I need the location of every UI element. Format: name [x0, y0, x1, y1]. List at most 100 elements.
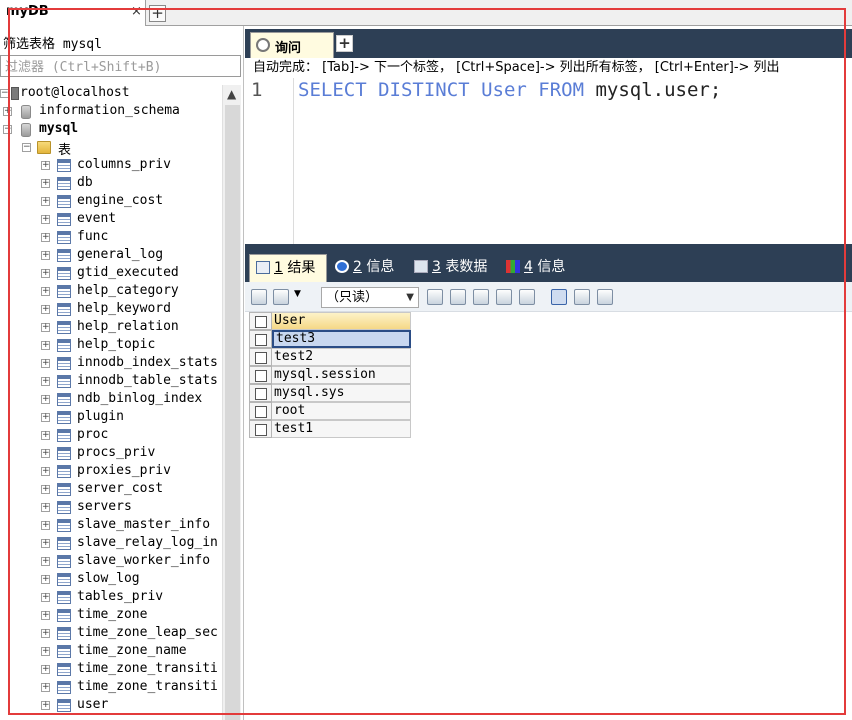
table-label: plugin — [77, 409, 124, 424]
table-row[interactable]: mysql.session — [249, 366, 411, 384]
table-row[interactable]: test2 — [249, 348, 411, 366]
expand-icon[interactable]: + — [3, 107, 12, 116]
expand-icon[interactable]: + — [41, 197, 50, 206]
expand-icon[interactable]: + — [41, 539, 50, 548]
table-label: server_cost — [77, 481, 164, 496]
table-row[interactable]: test1 — [249, 420, 411, 438]
expand-icon[interactable]: + — [41, 395, 50, 404]
table-cell[interactable]: root — [272, 402, 411, 420]
import-icon[interactable] — [273, 289, 289, 305]
table-label: slave_relay_log_in — [77, 535, 218, 550]
tab-table-data[interactable]: 3 表数据 — [408, 254, 498, 282]
tab-query[interactable]: 询问 — [250, 32, 334, 58]
tree-scrollbar[interactable]: ▲ — [222, 85, 241, 720]
expand-icon[interactable]: + — [41, 485, 50, 494]
close-icon[interactable]: × — [131, 4, 142, 19]
connection-tab[interactable]: myDB × — [0, 0, 146, 26]
expand-icon[interactable]: + — [41, 323, 50, 332]
save-icon[interactable] — [473, 289, 489, 305]
expand-icon[interactable]: + — [41, 269, 50, 278]
expand-icon[interactable]: + — [41, 575, 50, 584]
cancel-icon[interactable] — [519, 289, 535, 305]
collapse-icon[interactable]: − — [3, 125, 12, 134]
add-row-icon[interactable] — [427, 289, 443, 305]
table-cell[interactable]: mysql.sys — [272, 384, 411, 402]
tab-label: 表数据 — [445, 259, 488, 275]
collapse-icon[interactable]: − — [0, 89, 9, 98]
table-row[interactable]: test3 — [249, 330, 411, 348]
expand-icon[interactable]: + — [41, 629, 50, 638]
table-icon — [57, 213, 71, 226]
tab-result[interactable]: 1 结果 — [249, 254, 327, 282]
row-checkbox[interactable] — [249, 330, 272, 348]
expand-icon[interactable]: + — [41, 449, 50, 458]
row-checkbox[interactable] — [249, 420, 272, 438]
table-label: help_category — [77, 283, 179, 298]
expand-icon[interactable]: + — [41, 431, 50, 440]
filter-input[interactable]: 过滤器 (Ctrl+Shift+B) — [0, 55, 241, 77]
expand-icon[interactable]: + — [41, 467, 50, 476]
table-icon — [57, 681, 71, 694]
collapse-icon[interactable]: − — [22, 143, 31, 152]
export-icon[interactable] — [251, 289, 267, 305]
chevron-down-icon[interactable]: ▼ — [294, 289, 301, 299]
expand-icon[interactable]: + — [41, 503, 50, 512]
expand-icon[interactable]: + — [41, 647, 50, 656]
tab-info[interactable]: 2 信息 — [329, 254, 409, 282]
new-connection-button[interactable]: + — [149, 5, 166, 22]
expand-icon[interactable]: + — [41, 701, 50, 710]
expand-icon[interactable]: + — [41, 341, 50, 350]
row-checkbox[interactable] — [249, 348, 272, 366]
table-cell[interactable]: test3 — [272, 330, 411, 348]
expand-icon[interactable]: + — [41, 233, 50, 242]
tab-info-2[interactable]: 4 信息 — [500, 254, 580, 282]
expand-icon[interactable]: + — [41, 611, 50, 620]
expand-icon[interactable]: + — [41, 359, 50, 368]
editor-results-splitter[interactable] — [245, 244, 852, 252]
expand-icon[interactable]: + — [41, 305, 50, 314]
form-view-icon[interactable] — [574, 289, 590, 305]
table-cell[interactable]: mysql.session — [272, 366, 411, 384]
table-icon — [57, 627, 71, 640]
table-label: engine_cost — [77, 193, 164, 208]
text-view-icon[interactable] — [597, 289, 613, 305]
scroll-up-icon[interactable]: ▲ — [227, 87, 236, 101]
table-icon — [57, 609, 71, 622]
code-line[interactable]: SELECT DISTINCT User FROM mysql.user; — [298, 79, 721, 101]
grid-view-icon[interactable] — [551, 289, 567, 305]
expand-icon[interactable]: + — [41, 413, 50, 422]
autocomplete-hint: 自动完成： [Tab]-> 下一个标签， [Ctrl+Space]-> 列出所有… — [245, 58, 852, 78]
expand-icon[interactable]: + — [41, 377, 50, 386]
delete-icon[interactable] — [496, 289, 512, 305]
expand-icon[interactable]: + — [41, 557, 50, 566]
table-icon — [57, 267, 71, 280]
object-tree: − root@localhost + information_schema − … — [0, 85, 222, 720]
expand-icon[interactable]: + — [41, 161, 50, 170]
table-label: user — [77, 697, 109, 712]
duplicate-row-icon[interactable] — [450, 289, 466, 305]
table-row[interactable]: mysql.sys — [249, 384, 411, 402]
select-all-checkbox[interactable] — [249, 312, 272, 330]
expand-icon[interactable]: + — [41, 287, 50, 296]
row-checkbox[interactable] — [249, 402, 272, 420]
expand-icon[interactable]: + — [41, 593, 50, 602]
expand-icon[interactable]: + — [41, 665, 50, 674]
sql-editor[interactable]: 1 SELECT DISTINCT User FROM mysql.user; — [245, 78, 852, 244]
expand-icon[interactable]: + — [41, 683, 50, 692]
table-cell[interactable]: test1 — [272, 420, 411, 438]
tab-label: 信息 — [537, 259, 566, 275]
expand-icon[interactable]: + — [41, 179, 50, 188]
expand-icon[interactable]: + — [41, 521, 50, 530]
table-row[interactable]: root — [249, 402, 411, 420]
expand-icon[interactable]: + — [41, 215, 50, 224]
column-header[interactable]: User — [272, 312, 411, 330]
table-cell[interactable]: test2 — [272, 348, 411, 366]
expand-icon[interactable]: + — [41, 251, 50, 260]
new-query-tab-button[interactable]: + — [336, 35, 353, 52]
scrollbar-thumb[interactable] — [225, 105, 240, 720]
row-checkbox[interactable] — [249, 384, 272, 402]
row-checkbox[interactable] — [249, 366, 272, 384]
table-icon — [57, 303, 71, 316]
table-label: time_zone_transiti — [77, 661, 218, 676]
result-mode-select[interactable]: （只读） ▼ — [321, 287, 419, 308]
